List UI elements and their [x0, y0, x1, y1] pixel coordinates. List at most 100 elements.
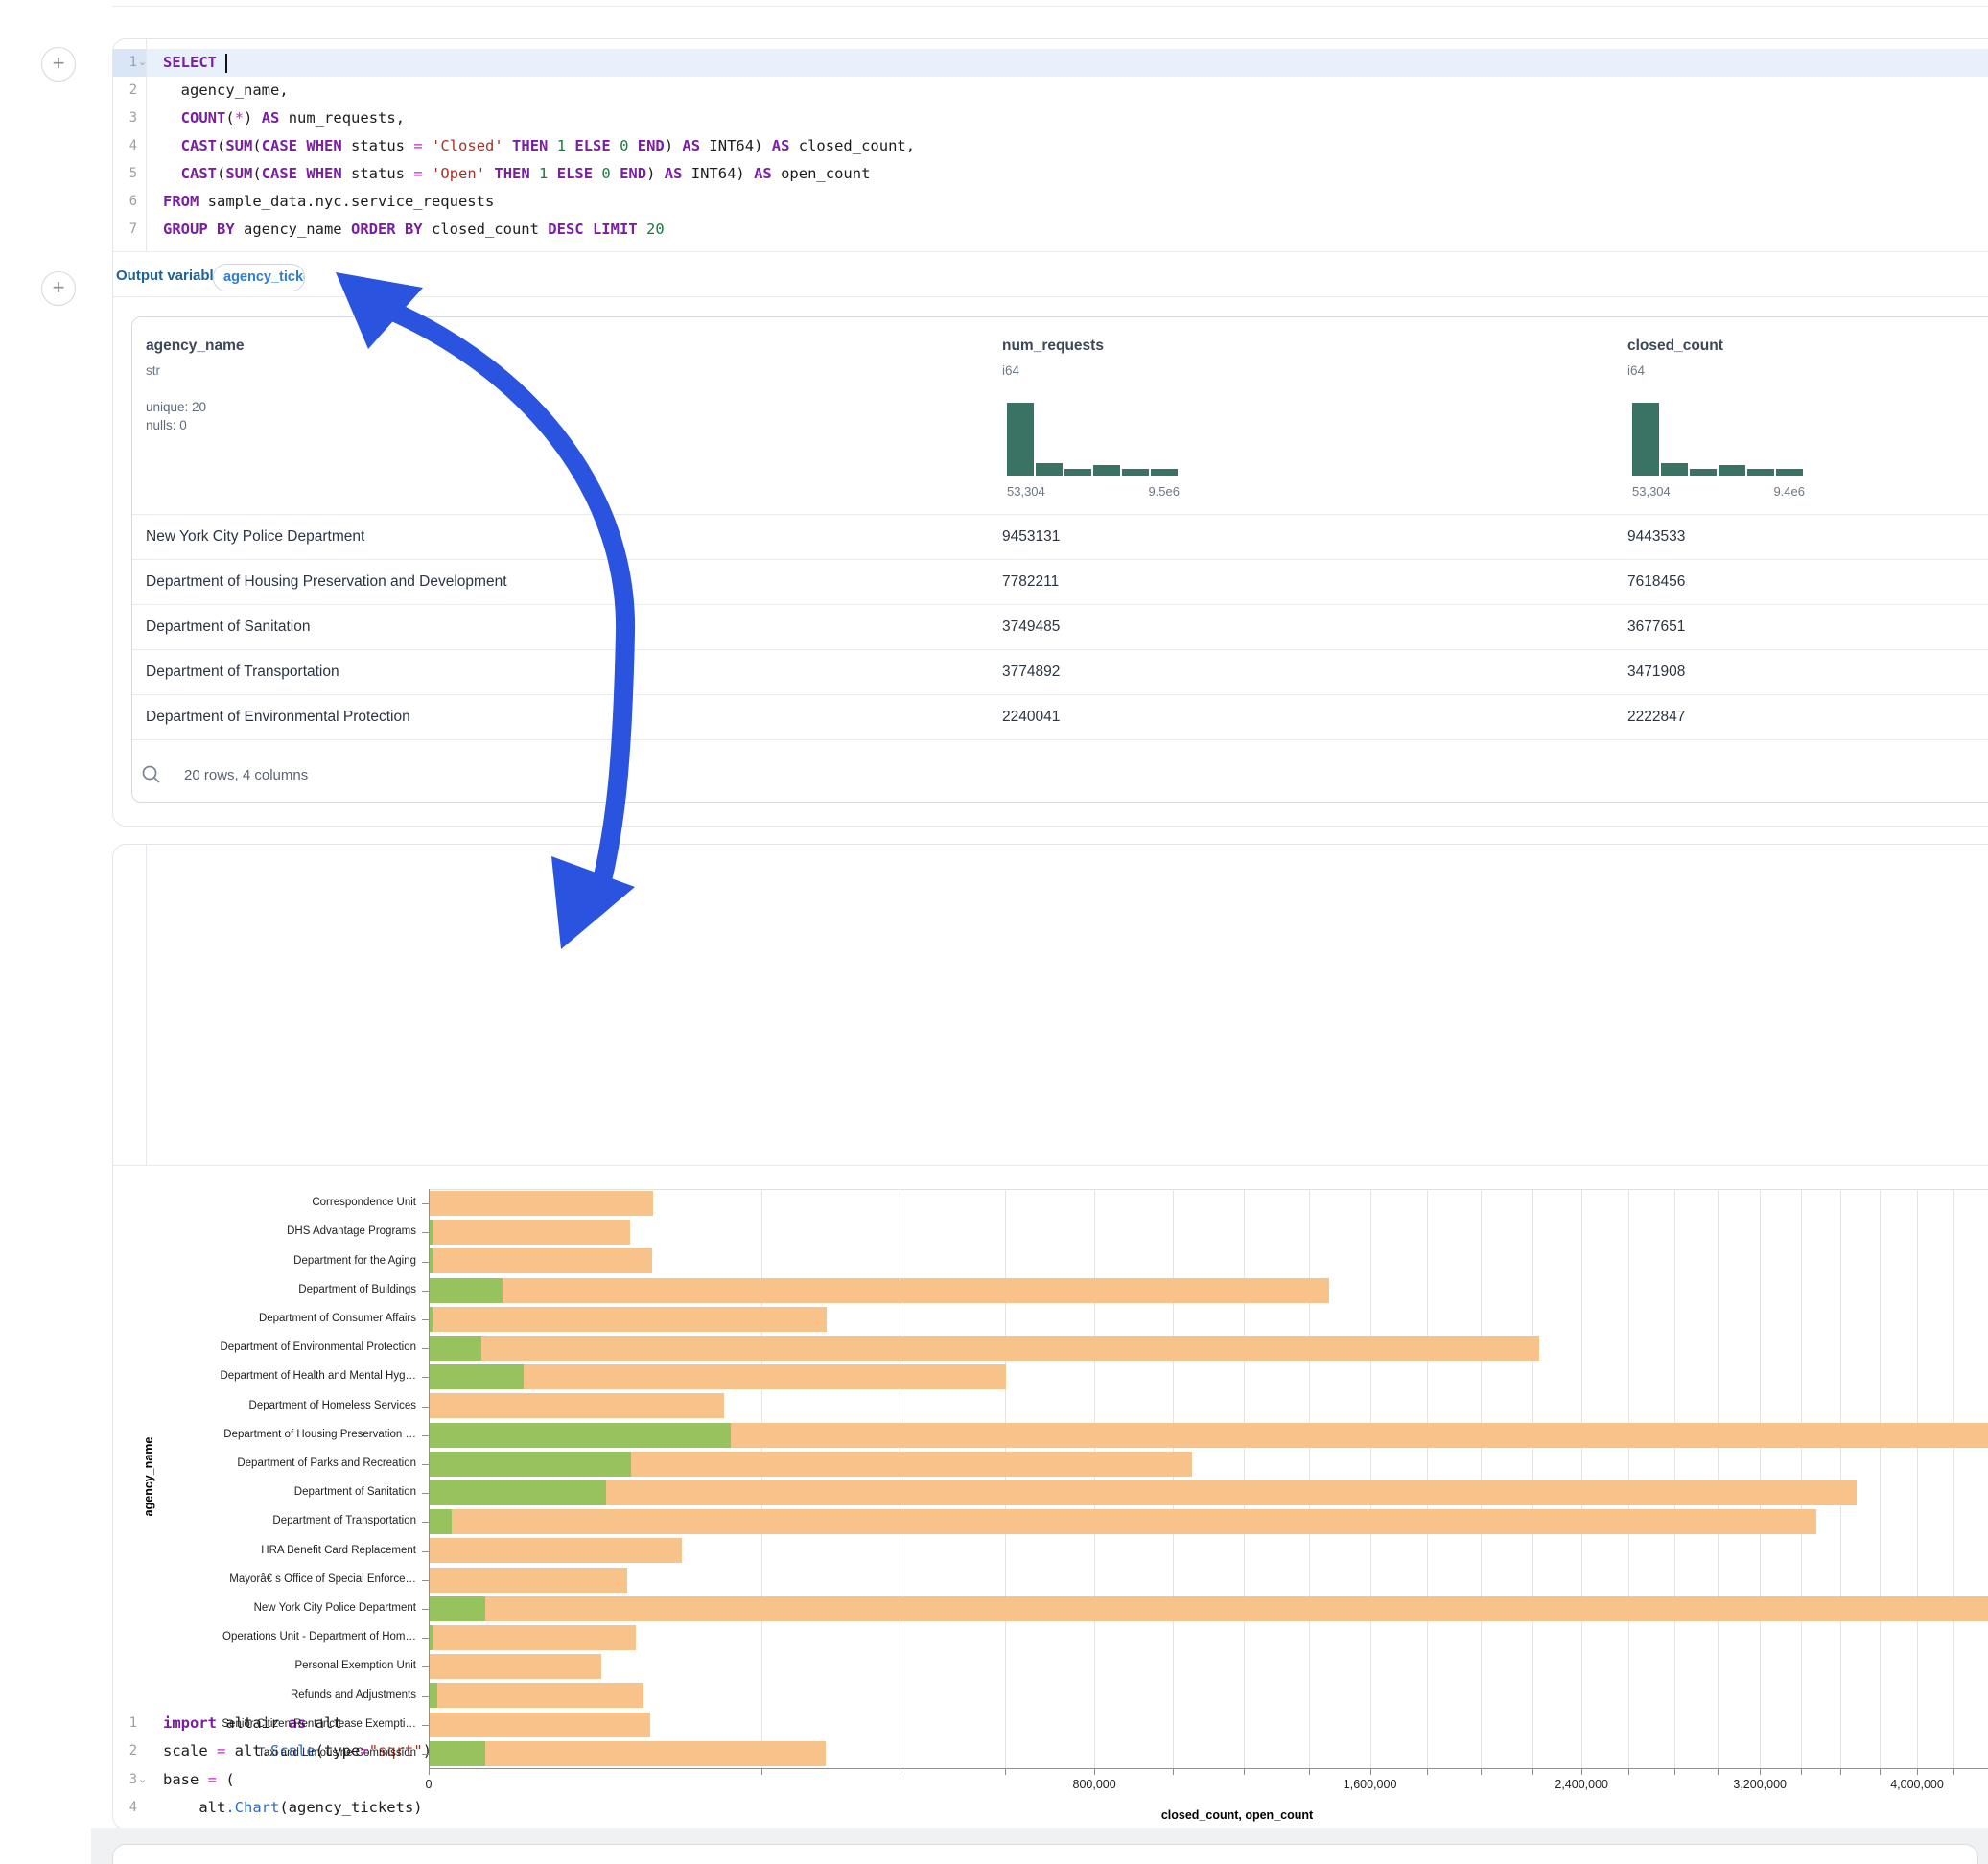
bar-open: [430, 1741, 485, 1766]
code-token: THEN: [494, 165, 529, 182]
bar-open: [430, 1509, 452, 1534]
y-tick: [422, 1348, 429, 1349]
code-token: CASE: [262, 165, 297, 182]
x-axis-line: [429, 1768, 1988, 1769]
table-cell[interactable]: Department of Transportation: [146, 649, 339, 694]
y-tick-label: Department of Transportation: [100, 1515, 416, 1526]
fold-chevron-icon[interactable]: ⌄: [138, 1773, 147, 1785]
gridline: [1244, 1189, 1245, 1768]
y-tick: [422, 1522, 429, 1523]
table-cell[interactable]: Department of Housing Preservation and D…: [146, 559, 507, 604]
code-token: (: [225, 109, 234, 127]
column-header-closed_count[interactable]: closed_count: [1627, 338, 1723, 355]
code-token: [163, 109, 181, 127]
code-line: CAST(SUM(CASE WHEN status = 'Closed' THE…: [163, 132, 915, 160]
code-token: AS: [682, 137, 700, 154]
row-separator: [132, 694, 1988, 695]
gridline: [1481, 1189, 1482, 1768]
next-cell-card[interactable]: [112, 1844, 1978, 1864]
bar-closed: [430, 1480, 1857, 1505]
search-icon[interactable]: [141, 764, 162, 785]
table-cell[interactable]: 3677651: [1627, 604, 1685, 649]
x-tick: [761, 1768, 762, 1775]
code-token: END: [638, 137, 665, 154]
bar-open: [430, 1423, 731, 1448]
notebook-page: + + 1⌄SELECT 2 agency_name,3 COUNT(*) AS…: [0, 0, 1988, 1864]
bar-open: [430, 1364, 524, 1389]
histogram-bar: [1093, 465, 1120, 476]
code-token: WHEN: [306, 137, 341, 154]
histogram-bar: [1632, 403, 1659, 476]
code-token: SELECT: [163, 54, 217, 71]
bar-closed: [430, 1683, 643, 1708]
table-cell[interactable]: 2240041: [1002, 694, 1060, 739]
y-tick-label: Department of Health and Mental Hyg…: [100, 1370, 416, 1382]
code-token: [611, 165, 620, 182]
add-cell-button[interactable]: +: [41, 271, 76, 306]
code-token: LIMIT: [593, 221, 638, 238]
code-line: SELECT: [163, 49, 227, 77]
gridline: [1880, 1189, 1881, 1768]
bar-closed: [430, 1220, 630, 1245]
output-variable-pill[interactable]: agency_tickets: [213, 264, 305, 291]
table-cell[interactable]: 3774892: [1002, 649, 1060, 694]
y-tick-label: DHS Advantage Programs: [100, 1225, 416, 1237]
bar-closed: [430, 1538, 682, 1563]
table-cell[interactable]: 7782211: [1002, 559, 1059, 604]
x-tick-label: 4,000,000: [1859, 1778, 1975, 1791]
y-tick: [422, 1638, 429, 1639]
gridline: [1628, 1189, 1629, 1768]
line-number: 6: [103, 188, 137, 216]
code-token: WHEN: [306, 165, 341, 182]
bar-open: [430, 1596, 485, 1621]
code-token: AS: [754, 165, 772, 182]
bar-closed: [430, 1509, 1816, 1534]
table-cell[interactable]: 2222847: [1627, 694, 1685, 739]
row-separator: [132, 649, 1988, 650]
table-cell[interactable]: 9443533: [1627, 514, 1685, 559]
gridline: [1917, 1189, 1918, 1768]
histogram-bar: [1747, 469, 1774, 476]
code-token: [485, 165, 494, 182]
table-cell[interactable]: Department of Sanitation: [146, 604, 310, 649]
column-header-agency_name[interactable]: agency_name: [146, 338, 245, 355]
section-divider: [113, 296, 1988, 297]
code-token: 1: [539, 165, 548, 182]
bar-open: [430, 1625, 433, 1650]
histogram-bar: [1661, 463, 1688, 476]
line-number: 3: [103, 105, 137, 132]
table-cell[interactable]: 3471908: [1627, 649, 1685, 694]
code-token: (: [252, 137, 261, 154]
bar-open: [430, 1480, 606, 1505]
gridline: [1840, 1189, 1841, 1768]
python-editor[interactable]: 1import altair as alt2scale = alt.Scale(…: [0, 844, 1988, 1165]
histogram-min-label: 53,304: [1632, 484, 1671, 499]
table-cell[interactable]: 7618456: [1627, 559, 1685, 604]
code-token: [548, 137, 556, 154]
y-tick: [422, 1696, 429, 1697]
x-tick: [1917, 1768, 1918, 1775]
section-divider: [113, 1165, 1988, 1166]
table-cell[interactable]: Department of Environmental Protection: [146, 694, 410, 739]
plot-top-border: [429, 1189, 1988, 1190]
y-tick: [422, 1580, 429, 1581]
code-token: ELSE: [574, 137, 610, 154]
x-tick-label: 800,000: [1037, 1778, 1152, 1791]
code-line: base = (: [163, 1766, 235, 1794]
bar-closed: [430, 1191, 653, 1216]
table-cell[interactable]: 3749485: [1002, 604, 1060, 649]
x-tick-label: 3,200,000: [1702, 1778, 1817, 1791]
table-cell[interactable]: New York City Police Department: [146, 514, 364, 559]
sql-editor[interactable]: 1⌄SELECT 2 agency_name,3 COUNT(*) AS num…: [0, 0, 1988, 251]
table-cell[interactable]: 9453131: [1002, 514, 1060, 559]
code-token: .Chart: [225, 1799, 279, 1816]
y-tick: [422, 1291, 429, 1292]
code-token: GROUP BY: [163, 221, 235, 238]
bar-closed: [430, 1596, 1988, 1621]
histogram-bar: [1776, 469, 1803, 476]
code-token: ): [244, 109, 262, 127]
code-token: 1: [557, 137, 566, 154]
x-tick: [1427, 1768, 1428, 1775]
column-header-num_requests[interactable]: num_requests: [1002, 338, 1104, 355]
bar-open: [430, 1683, 437, 1708]
